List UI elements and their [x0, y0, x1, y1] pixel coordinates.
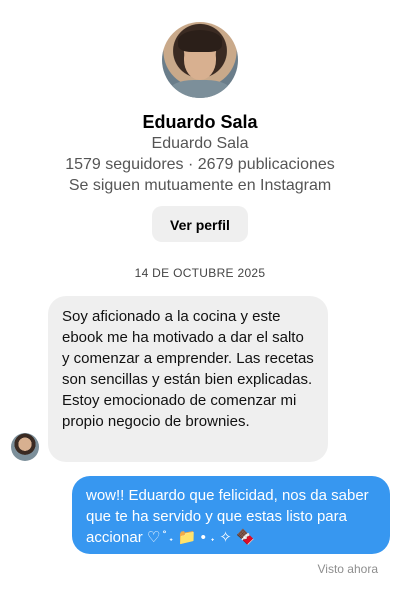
seen-status: Visto ahora	[317, 562, 379, 576]
avatar-hair	[178, 30, 222, 52]
profile-name: Eduardo Sala	[142, 112, 258, 132]
outgoing-message[interactable]: wow!! Eduardo que felicidad, nos da sabe…	[72, 476, 390, 554]
profile-username: Eduardo Sala	[151, 135, 249, 152]
incoming-message[interactable]: Soy aficionado a la cocina y este ebook …	[48, 296, 328, 462]
mutual-follow-text: Se siguen mutuamente en Instagram	[68, 177, 332, 194]
avatar-shirt	[168, 80, 232, 98]
profile-avatar[interactable]	[162, 22, 238, 98]
profile-stats: 1579 seguidores · 2679 publicaciones	[65, 156, 335, 173]
sender-avatar[interactable]	[11, 433, 39, 461]
view-profile-button[interactable]: Ver perfil	[152, 206, 248, 242]
conversation-date: 14 DE OCTUBRE 2025	[134, 266, 266, 280]
